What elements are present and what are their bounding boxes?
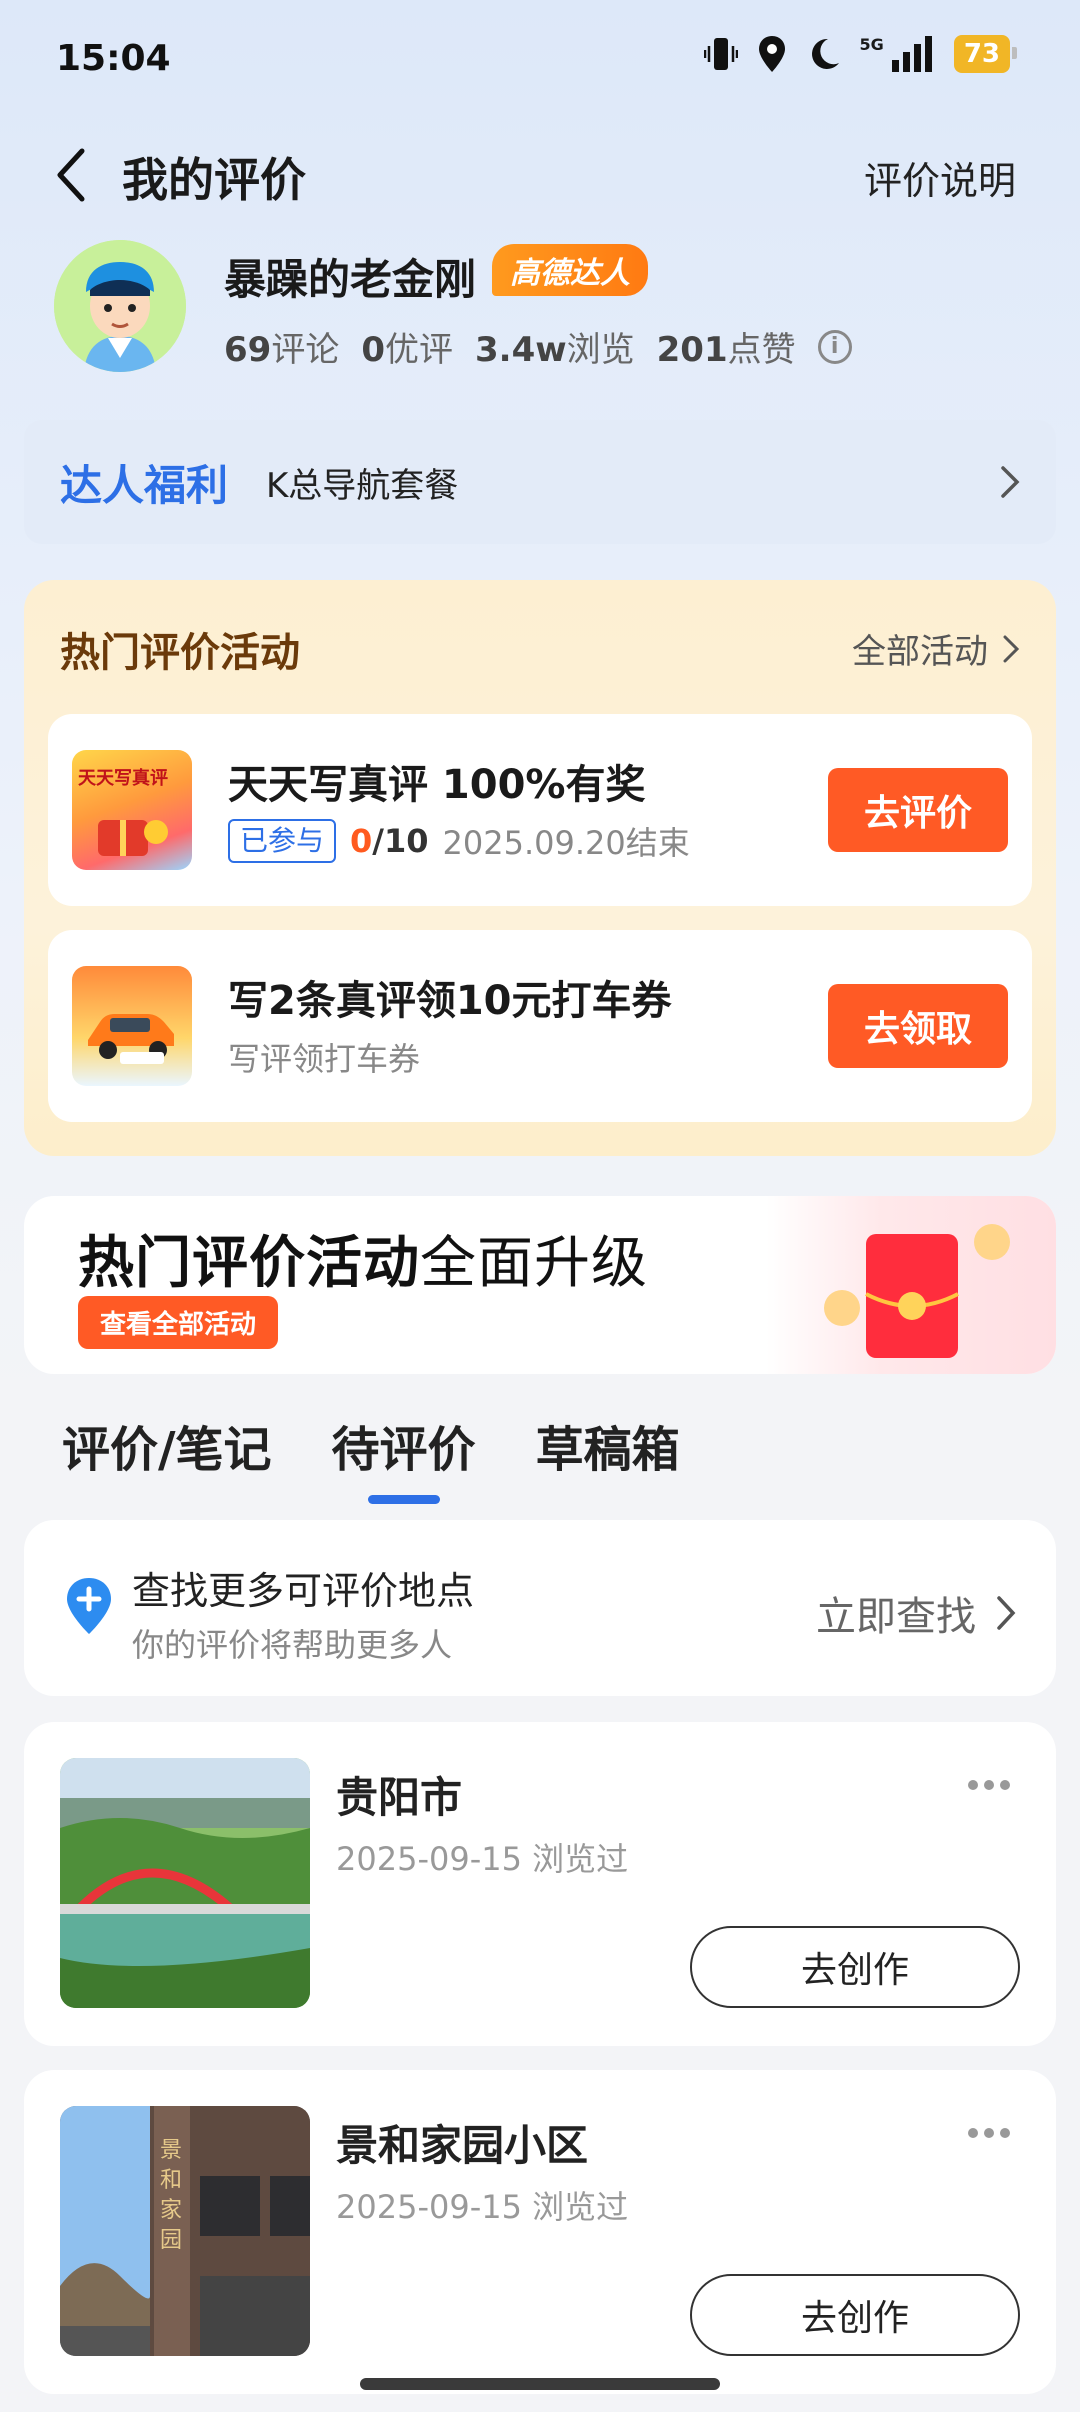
- activity-title: 写2条真评领10元打车券: [228, 978, 672, 1024]
- find-now-label: 立即查找: [816, 1594, 976, 1640]
- joined-tag: 已参与: [228, 819, 337, 863]
- chevron-left-icon: [57, 148, 85, 202]
- building-photo: [60, 2106, 310, 2356]
- username: 暴躁的老金刚: [224, 255, 477, 304]
- banner-title: 热门评价活动全面升级: [78, 1231, 648, 1296]
- gift-icon: [98, 820, 168, 856]
- activity-end-date: 2025.09.20结束: [442, 824, 690, 862]
- building-sign-text: 景和家园: [160, 2138, 183, 2253]
- back-button[interactable]: [46, 140, 96, 210]
- tab-drafts[interactable]: 草稿箱: [536, 1410, 680, 1498]
- view-all-activities-button[interactable]: 查看全部活动: [78, 1296, 279, 1349]
- location-plus-icon: [67, 1578, 111, 1634]
- chevron-right-icon: [1003, 635, 1020, 662]
- battery-indicator: 73: [953, 35, 1018, 73]
- tab-reviews-notes[interactable]: 评价/笔记: [62, 1410, 272, 1498]
- place-viewed-date: 2025-09-15 浏览过: [336, 2188, 629, 2226]
- profile-stats: 69评论 0优评 3.4w浏览 201点赞 i: [224, 322, 852, 371]
- activities-upgrade-banner[interactable]: 热门评价活动全面升级 查看全部活动: [24, 1196, 1056, 1374]
- place-name: 景和家园小区: [336, 2121, 589, 2170]
- more-icon[interactable]: [968, 2128, 1010, 2138]
- home-indicator[interactable]: [360, 2378, 720, 2390]
- location-icon: [758, 36, 785, 72]
- place-photo: [60, 1758, 310, 2008]
- activity-title: 天天写真评 100%有奖: [228, 762, 646, 808]
- create-button[interactable]: 去创作: [690, 2274, 1020, 2356]
- car-icon: [88, 1014, 174, 1064]
- stat-quality: 0优评: [361, 330, 453, 370]
- all-activities-link[interactable]: 全部活动: [852, 624, 1020, 673]
- page-title: 我的评价: [122, 153, 306, 207]
- all-activities-label: 全部活动: [852, 632, 988, 672]
- activity-subtitle: 写评领打车券: [228, 1040, 421, 1078]
- status-icons: 5G 73: [703, 34, 1018, 74]
- tab-pending-review[interactable]: 待评价: [332, 1410, 476, 1498]
- stat-likes: 201点赞: [656, 330, 796, 370]
- bridge-landscape-photo: [60, 1758, 310, 2008]
- network-type: 5G: [859, 34, 884, 54]
- activities-title: 热门评价活动: [60, 630, 300, 676]
- place-viewed-date: 2025-09-15 浏览过: [336, 1840, 629, 1878]
- status-time: 15:04: [56, 38, 171, 79]
- create-button[interactable]: 去创作: [690, 1926, 1020, 2008]
- place-name: 贵阳市: [336, 1773, 463, 1822]
- signal-icon: [891, 36, 932, 72]
- chevron-right-icon: [1001, 466, 1020, 498]
- review-tabs: 评价/笔记 待评价 草稿箱: [62, 1410, 680, 1498]
- vibrate-icon: [703, 38, 738, 70]
- activity-image: 天天写真评: [72, 750, 192, 870]
- stat-comments: 69评论: [224, 330, 340, 370]
- activity-image-text: 天天写真评: [78, 768, 168, 789]
- activity-meta: 已参与 0/10 2025.09.20结束: [228, 818, 690, 864]
- hot-activities-panel: 热门评价活动 全部活动 天天写真评 天天写真评 100%有奖 已参与 0/10 …: [24, 580, 1056, 1156]
- stat-views: 3.4w浏览: [475, 330, 635, 370]
- activity-card[interactable]: 天天写真评 天天写真评 100%有奖 已参与 0/10 2025.09.20结束…: [48, 714, 1032, 906]
- perk-title: 达人福利: [60, 460, 229, 510]
- place-card[interactable]: 贵阳市 2025-09-15 浏览过 去创作: [24, 1722, 1056, 2046]
- activity-progress: 0/10: [350, 822, 429, 860]
- expert-perks-bar[interactable]: 达人福利 K总导航套餐: [24, 420, 1056, 544]
- activity-card[interactable]: 写2条真评领10元打车券 写评领打车券 去领取: [48, 930, 1032, 1122]
- perk-text: K总导航套餐: [266, 465, 459, 506]
- claim-button[interactable]: 去领取: [828, 984, 1008, 1068]
- moon-icon: [811, 38, 839, 69]
- red-envelope-icon: [824, 1224, 1010, 1358]
- expert-badge: 高德达人: [492, 244, 648, 296]
- find-places-card[interactable]: 查找更多可评价地点 你的评价将帮助更多人 立即查找: [24, 1520, 1056, 1696]
- review-help-link[interactable]: 评价说明: [864, 150, 1016, 205]
- chevron-right-icon: [997, 1596, 1016, 1630]
- go-review-button[interactable]: 去评价: [828, 768, 1008, 852]
- find-now-button[interactable]: 立即查找: [816, 1584, 1016, 1642]
- activity-image: [72, 966, 192, 1086]
- banner-decoration: [766, 1196, 1056, 1374]
- place-card[interactable]: 景和家园 景和家园小区 2025-09-15 浏览过 去创作: [24, 2070, 1056, 2394]
- find-title: 查找更多可评价地点: [132, 1569, 475, 1613]
- more-icon[interactable]: [968, 1780, 1010, 1790]
- find-subtitle: 你的评价将帮助更多人: [132, 1626, 453, 1664]
- place-photo: 景和家园: [60, 2106, 310, 2356]
- avatar[interactable]: [54, 240, 186, 372]
- info-icon[interactable]: i: [817, 329, 852, 364]
- avatar-illustration: [54, 240, 186, 372]
